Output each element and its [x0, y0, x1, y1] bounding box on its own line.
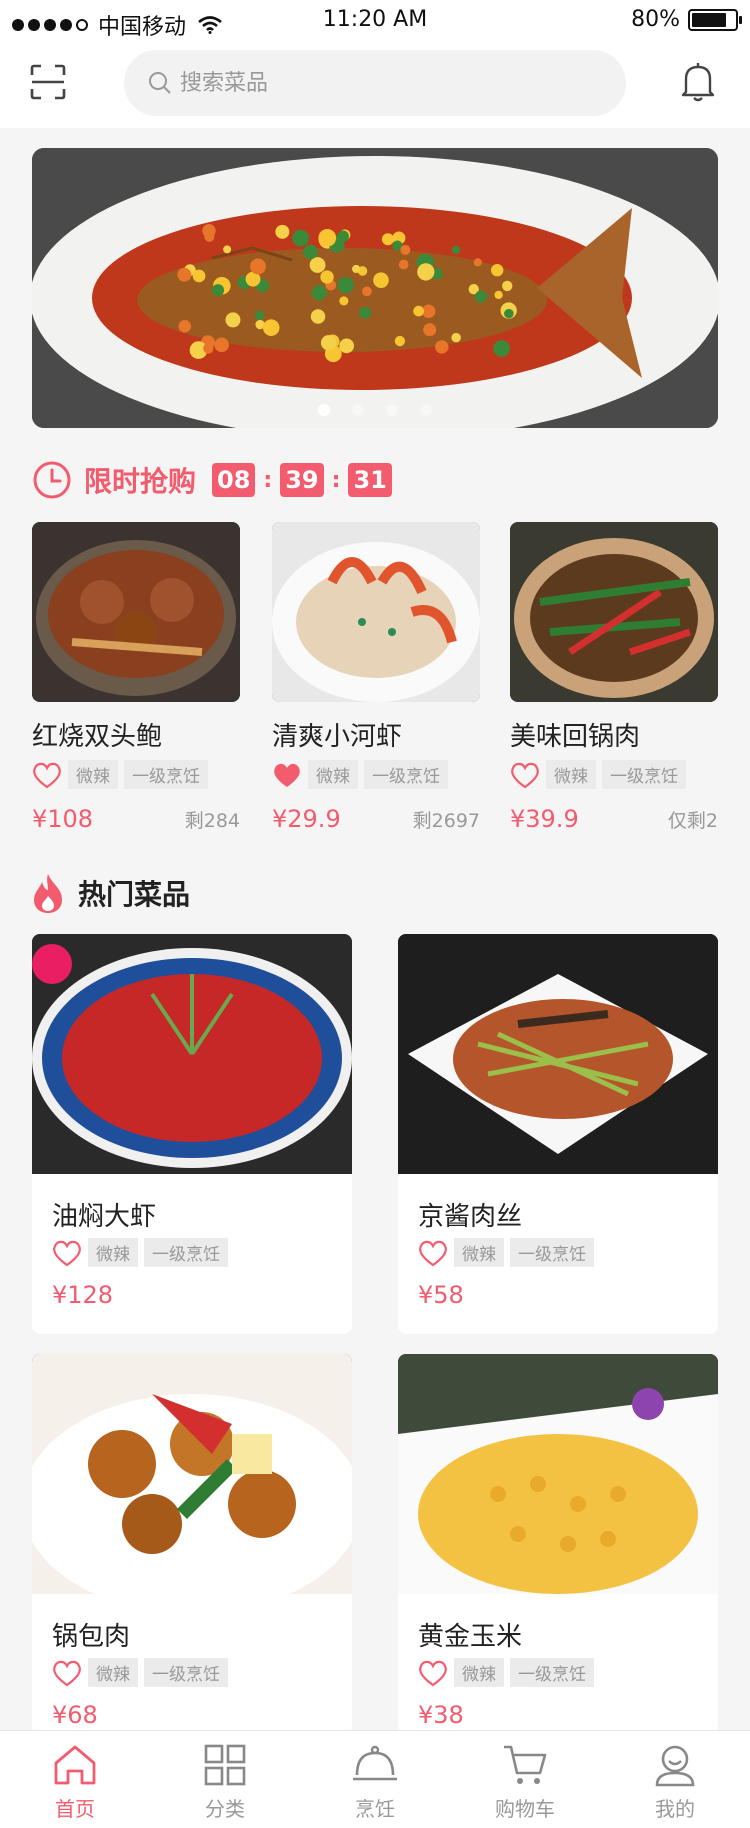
- hot-dishes-header: 热门菜品: [30, 872, 190, 914]
- search-input[interactable]: [180, 70, 580, 96]
- carousel-dot[interactable]: [352, 404, 364, 416]
- dish-image: [32, 1354, 352, 1614]
- banner-carousel[interactable]: [32, 148, 718, 428]
- flash-sale-title: 限时抢购: [84, 465, 197, 498]
- status-bar: 中国移动 11:20 AM 80%: [0, 0, 750, 40]
- tag-level: 一级烹饪: [510, 1658, 594, 1687]
- clock-icon: [33, 461, 71, 499]
- dish-price: ¥38: [418, 1701, 464, 1729]
- tab-cart[interactable]: 购物车: [450, 1731, 600, 1828]
- tag-level: 一级烹饪: [144, 1658, 228, 1687]
- dish-name: 京酱肉丝: [418, 1202, 523, 1232]
- dish-price: ¥108: [32, 805, 94, 833]
- carousel-dot[interactable]: [318, 404, 330, 416]
- carousel-dot[interactable]: [420, 404, 432, 416]
- tab-profile[interactable]: 我的: [600, 1731, 750, 1828]
- dish-price: ¥128: [52, 1281, 114, 1309]
- tab-label: 烹饪: [355, 1797, 395, 1821]
- tag-level: 一级烹饪: [364, 760, 448, 789]
- cloche-icon: [353, 1745, 397, 1781]
- bottom-tab-bar: 首页 分类 烹饪 购物车 我的: [0, 1730, 750, 1828]
- search-icon: [149, 72, 171, 94]
- dish-card[interactable]: 锅包肉 微辣 一级烹饪 ¥68: [32, 1354, 352, 1734]
- banner-image: [32, 148, 718, 428]
- home-icon: [54, 1745, 96, 1785]
- hot-dishes-title: 热门菜品: [78, 878, 191, 911]
- tag-level: 一级烹饪: [124, 760, 208, 789]
- tab-label: 首页: [55, 1797, 95, 1821]
- tab-label: 我的: [655, 1797, 695, 1821]
- dish-name: 锅包肉: [52, 1622, 131, 1652]
- stock-remaining: 剩2697: [412, 810, 480, 832]
- tag-spicy: 微辣: [88, 1238, 138, 1267]
- dish-price: ¥68: [52, 1701, 98, 1729]
- flash-item[interactable]: 清爽小河虾 微辣 一级烹饪 ¥29.9 剩2697: [272, 522, 480, 833]
- tag-spicy: 微辣: [546, 760, 596, 789]
- stock-remaining: 仅剩2: [667, 810, 718, 832]
- flash-item[interactable]: 红烧双头鲍 微辣 一级烹饪 ¥108 剩284: [32, 522, 240, 833]
- dish-card[interactable]: 油焖大虾 微辣 一级烹饪 ¥128: [32, 934, 352, 1334]
- dish-card[interactable]: 京酱肉丝 微辣 一级烹饪 ¥58: [398, 934, 718, 1334]
- dish-image: [510, 522, 718, 702]
- battery-indicator: 80%: [631, 7, 742, 32]
- tag-spicy: 微辣: [68, 760, 118, 789]
- fire-icon: [34, 874, 62, 913]
- countdown-seconds: 31: [348, 463, 392, 497]
- dish-image: [398, 1354, 718, 1594]
- tag-spicy: 微辣: [88, 1658, 138, 1687]
- carousel-dot[interactable]: [386, 404, 398, 416]
- heart-icon[interactable]: [52, 1659, 82, 1687]
- dish-image: [272, 522, 480, 702]
- heart-icon[interactable]: [510, 761, 540, 789]
- dish-price: ¥39.9: [510, 805, 579, 833]
- heart-icon[interactable]: [418, 1659, 448, 1687]
- tab-cooking[interactable]: 烹饪: [300, 1731, 450, 1828]
- dish-price: ¥58: [418, 1281, 464, 1309]
- flash-item[interactable]: 美味回锅肉 微辣 一级烹饪 ¥39.9 仅剩2: [510, 522, 718, 833]
- dish-card[interactable]: 黄金玉米 微辣 一级烹饪 ¥38: [398, 1354, 718, 1734]
- battery-icon: [688, 8, 742, 31]
- dish-price: ¥29.9: [272, 805, 341, 833]
- heart-filled-icon[interactable]: [272, 761, 302, 789]
- dish-image: [32, 934, 352, 1174]
- heart-icon[interactable]: [32, 761, 62, 789]
- dish-name: 清爽小河虾: [272, 722, 403, 752]
- tag-level: 一级烹饪: [510, 1238, 594, 1267]
- tab-home[interactable]: 首页: [0, 1731, 150, 1828]
- countdown-minutes: 39: [280, 463, 324, 497]
- tag-level: 一级烹饪: [602, 760, 686, 789]
- stock-remaining: 剩284: [184, 810, 240, 832]
- cart-icon: [504, 1745, 547, 1784]
- heart-icon[interactable]: [418, 1239, 448, 1267]
- user-icon: [655, 1745, 695, 1787]
- dish-image: [398, 934, 718, 1174]
- tag-spicy: 微辣: [308, 760, 358, 789]
- tag-spicy: 微辣: [454, 1658, 504, 1687]
- tab-label: 分类: [205, 1797, 245, 1821]
- tab-category[interactable]: 分类: [150, 1731, 300, 1828]
- tag-spicy: 微辣: [454, 1238, 504, 1267]
- heart-icon[interactable]: [52, 1239, 82, 1267]
- carousel-dots: [32, 404, 718, 416]
- dish-name: 红烧双头鲍: [32, 722, 163, 752]
- dish-name: 黄金玉米: [418, 1622, 523, 1652]
- bell-icon[interactable]: [680, 62, 716, 102]
- grid-icon: [204, 1744, 246, 1786]
- header: [0, 40, 750, 128]
- dish-name: 油焖大虾: [52, 1202, 157, 1232]
- battery-percent: 80%: [631, 7, 680, 32]
- scan-icon[interactable]: [30, 64, 66, 100]
- dish-name: 美味回锅肉: [510, 722, 641, 752]
- dish-image: [32, 522, 240, 702]
- tag-level: 一级烹饪: [144, 1238, 228, 1267]
- flash-sale-header: 限时抢购 08 : 39 : 31: [32, 458, 392, 502]
- countdown-hours: 08: [212, 463, 256, 497]
- tab-label: 购物车: [495, 1797, 555, 1821]
- search-bar[interactable]: [124, 50, 626, 116]
